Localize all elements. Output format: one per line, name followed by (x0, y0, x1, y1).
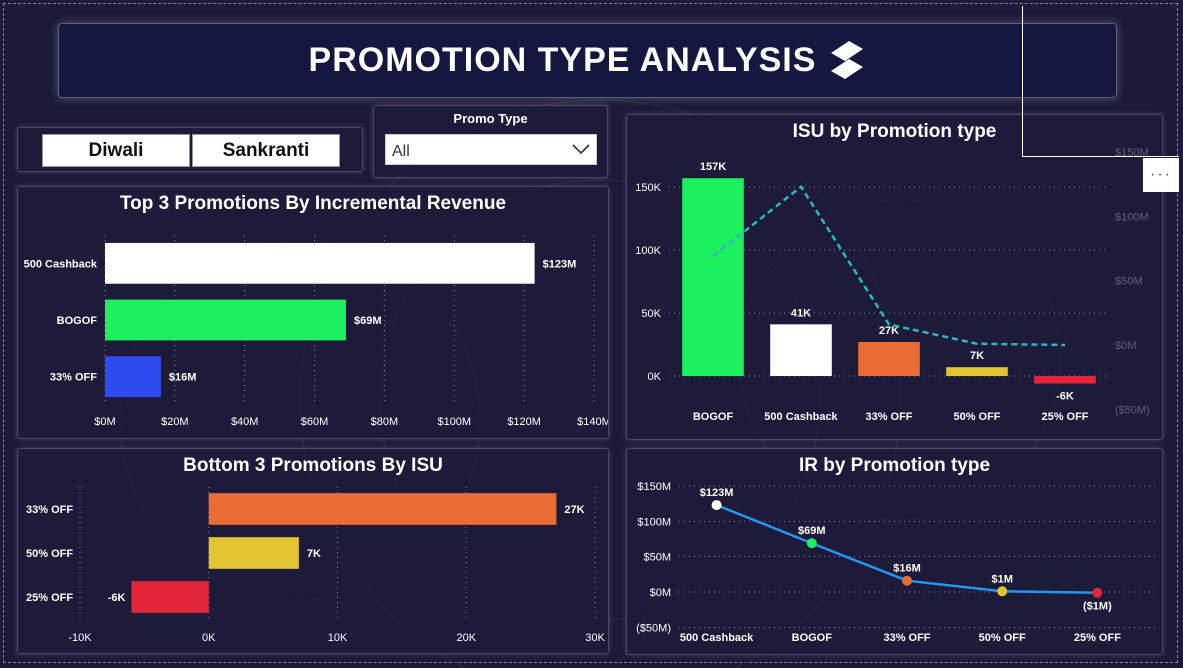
x-tick-label: $60M (301, 416, 329, 428)
more-options-icon: ··· (1150, 166, 1172, 183)
x-tick-label: BOGOF (792, 632, 833, 644)
promo-type-slicer: Promo Type All (373, 105, 608, 178)
x-tick-label: 25% OFF (1041, 411, 1088, 423)
secondary-line-series (712, 184, 1066, 347)
bar (105, 356, 161, 398)
bottom3-isu-chart: -10K 0K 10K 20K 30K 33% OFF 27K 50% OFF 7K 25% OF… (26, 487, 605, 644)
column-bar (682, 178, 744, 376)
column-bar (858, 341, 920, 376)
y-tick-label: 33% OFF (26, 504, 73, 516)
diwali-button[interactable]: Diwali (42, 134, 190, 167)
data-label: 157K (700, 161, 726, 173)
y-tick-label: 50K (641, 308, 661, 320)
sankranti-button[interactable]: Sankranti (192, 134, 340, 167)
y-tick-label: 150K (635, 182, 661, 194)
data-label: 41K (791, 307, 811, 319)
x-tick-label: 20K (456, 632, 476, 644)
y-tick-label: 33% OFF (50, 372, 97, 384)
x-tick-label: 25% OFF (1074, 632, 1121, 644)
x-tick-label: $120M (507, 416, 541, 428)
bar (131, 581, 209, 613)
column-bar (1034, 376, 1096, 384)
ir-by-type-panel: IR by Promotion type ($50M) $0M $50M $100M $… (626, 448, 1163, 655)
y-tick-label: $100M (637, 516, 671, 528)
data-label: 7K (307, 548, 321, 560)
data-point (997, 586, 1008, 597)
y2-tick-label: $50M (1115, 276, 1143, 288)
more-options-button[interactable]: ··· (1143, 158, 1179, 192)
y-tick-label: 500 Cashback (24, 258, 98, 270)
sankranti-button-label: Sankranti (222, 139, 310, 161)
focus-overlay-frame (1022, 6, 1179, 157)
data-point (806, 538, 817, 549)
top3-revenue-panel: Top 3 Promotions By Incremental Revenue … (17, 186, 609, 439)
data-label: ($1M) (1083, 601, 1112, 613)
y2-tick-label: $0M (1115, 340, 1136, 352)
promo-type-label: Promo Type (453, 111, 528, 126)
y-tick-label: BOGOF (57, 315, 98, 327)
data-label: -6K (108, 592, 126, 604)
y2-tick-label: $100M (1115, 211, 1149, 223)
y2-tick-label: ($50M) (1115, 404, 1150, 416)
data-label: $1M (991, 573, 1012, 585)
y-tick-label: $50M (643, 552, 671, 564)
y-tick-label: 100K (635, 245, 661, 257)
x-tick-label: $20M (161, 416, 189, 428)
data-label: -6K (1056, 391, 1074, 403)
x-tick-label: $140M (577, 416, 608, 428)
chevron-down-icon (572, 144, 590, 155)
data-label: $123M (543, 258, 577, 270)
data-label: $16M (893, 563, 921, 575)
data-label: $69M (798, 525, 826, 537)
festival-slicer: Diwali Sankranti (17, 127, 363, 172)
promo-type-dropdown[interactable]: All (385, 134, 597, 165)
data-label: $16M (169, 372, 197, 384)
brand-logo-icon (831, 40, 864, 79)
data-label: $69M (354, 315, 382, 327)
x-tick-label: 50% OFF (953, 411, 1000, 423)
bar (105, 299, 347, 341)
data-point (711, 500, 722, 511)
x-tick-label: 50% OFF (979, 632, 1026, 644)
diwali-button-label: Diwali (88, 139, 144, 161)
bar (208, 493, 557, 525)
ir-by-type-chart: ($50M) $0M $50M $100M $150M 500 Cashback BOGOF… (636, 481, 1155, 644)
x-tick-label: BOGOF (693, 411, 734, 423)
x-tick-label: 500 Cashback (680, 632, 754, 644)
x-tick-label: $40M (231, 416, 259, 428)
y-tick-label: $150M (637, 481, 671, 493)
column-bar (770, 324, 832, 376)
y-tick-label: $0M (650, 587, 671, 599)
data-label: $123M (700, 487, 734, 499)
top3-revenue-chart: $0M $20M $40M $60M $80M $100M $120M $140M 500 Ca… (24, 235, 608, 428)
x-tick-label: -10K (68, 632, 92, 644)
y-tick-label: 0K (648, 371, 662, 383)
page-title: PROMOTION TYPE ANALYSIS (308, 41, 817, 79)
promo-type-value: All (392, 143, 410, 160)
x-tick-label: 10K (328, 632, 348, 644)
x-tick-label: $100M (437, 416, 471, 428)
data-label: 7K (970, 350, 984, 362)
header-banner: PROMOTION TYPE ANALYSIS (58, 23, 1117, 98)
x-tick-label: $0M (94, 416, 115, 428)
x-tick-label: 30K (585, 632, 605, 644)
y-tick-label: ($50M) (636, 622, 671, 634)
isu-by-type-panel: ISU by Promotion type 0K 50K 100K 150K ($50M… (626, 114, 1163, 440)
data-point (902, 575, 912, 586)
column-bar (946, 367, 1008, 376)
bar (208, 537, 299, 569)
x-tick-label: 0K (202, 632, 216, 644)
isu-by-type-chart: 0K50K100K150K($50M)$0M$50M$100M$150MBOGO… (635, 147, 1150, 423)
y-tick-label: 25% OFF (26, 592, 73, 604)
x-tick-label: $80M (371, 416, 399, 428)
data-label: 27K (564, 504, 584, 516)
y-tick-label: 50% OFF (26, 548, 73, 560)
bar (105, 242, 535, 284)
x-tick-label: 33% OFF (883, 632, 930, 644)
x-tick-label: 33% OFF (865, 411, 912, 423)
x-tick-label: 500 Cashback (764, 411, 838, 423)
bottom3-isu-panel: Bottom 3 Promotions By ISU -10K 0K 10K 20K 3… (17, 448, 609, 654)
data-point (1092, 587, 1103, 598)
